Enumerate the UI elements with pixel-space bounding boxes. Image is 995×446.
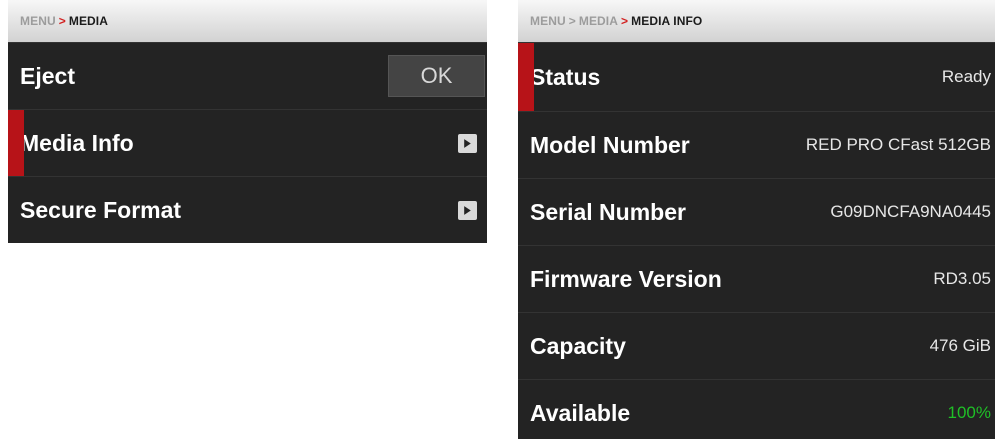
info-value: 476 GiB xyxy=(929,336,991,355)
menu-item-eject: Eject OK xyxy=(8,42,487,109)
chevron-right-icon[interactable] xyxy=(458,200,477,220)
info-value: RD3.05 xyxy=(933,269,991,288)
info-label: Status xyxy=(530,63,601,90)
breadcrumb-media[interactable]: MEDIA xyxy=(579,14,618,28)
info-row-status: Status Ready xyxy=(518,42,995,111)
info-label: Capacity xyxy=(530,332,626,359)
breadcrumb: MENU > MEDIA xyxy=(8,0,487,42)
info-label: Firmware Version xyxy=(530,265,722,292)
menu-item-secure-format[interactable]: Secure Format xyxy=(8,176,487,243)
info-label: Available xyxy=(530,399,631,426)
breadcrumb-root[interactable]: MENU xyxy=(20,14,56,28)
info-label: Model Number xyxy=(530,131,690,158)
selection-indicator xyxy=(518,43,534,111)
breadcrumb-separator: > xyxy=(58,14,66,28)
info-row-capacity: Capacity 476 GiB xyxy=(518,312,995,379)
info-value-available: 100% xyxy=(947,403,991,422)
menu-item-label: Secure Format xyxy=(20,196,182,223)
info-row-firmware-version: Firmware Version RD3.05 xyxy=(518,245,995,312)
info-value: Ready xyxy=(941,67,991,86)
eject-ok-button[interactable]: OK xyxy=(388,55,485,97)
info-row-serial-number: Serial Number G09DNCFA9NA0445 xyxy=(518,178,995,245)
breadcrumb-current: MEDIA INFO xyxy=(631,14,703,28)
info-value: RED PRO CFast 512GB xyxy=(805,135,991,154)
info-label: Serial Number xyxy=(530,198,686,225)
chevron-right-icon[interactable] xyxy=(458,133,477,153)
menu-item-label: Eject xyxy=(20,62,75,89)
breadcrumb-root[interactable]: MENU xyxy=(530,14,566,28)
menu-item-media-info[interactable]: Media Info xyxy=(8,109,487,176)
breadcrumb: MENU > MEDIA > MEDIA INFO xyxy=(518,0,995,42)
info-row-model-number: Model Number RED PRO CFast 512GB xyxy=(518,111,995,178)
breadcrumb-current: MEDIA xyxy=(68,14,109,28)
selection-indicator xyxy=(8,110,24,176)
media-menu-panel: MENU > MEDIA Eject OK Media Info Secure … xyxy=(8,0,487,243)
info-value: G09DNCFA9NA0445 xyxy=(830,202,991,221)
menu-item-label: Media Info xyxy=(20,129,134,156)
info-row-available: Available 100% xyxy=(518,379,995,446)
media-info-panel: MENU > MEDIA > MEDIA INFO Status Ready M… xyxy=(518,0,995,439)
breadcrumb-separator: > xyxy=(568,14,576,28)
breadcrumb-separator: > xyxy=(621,14,629,28)
